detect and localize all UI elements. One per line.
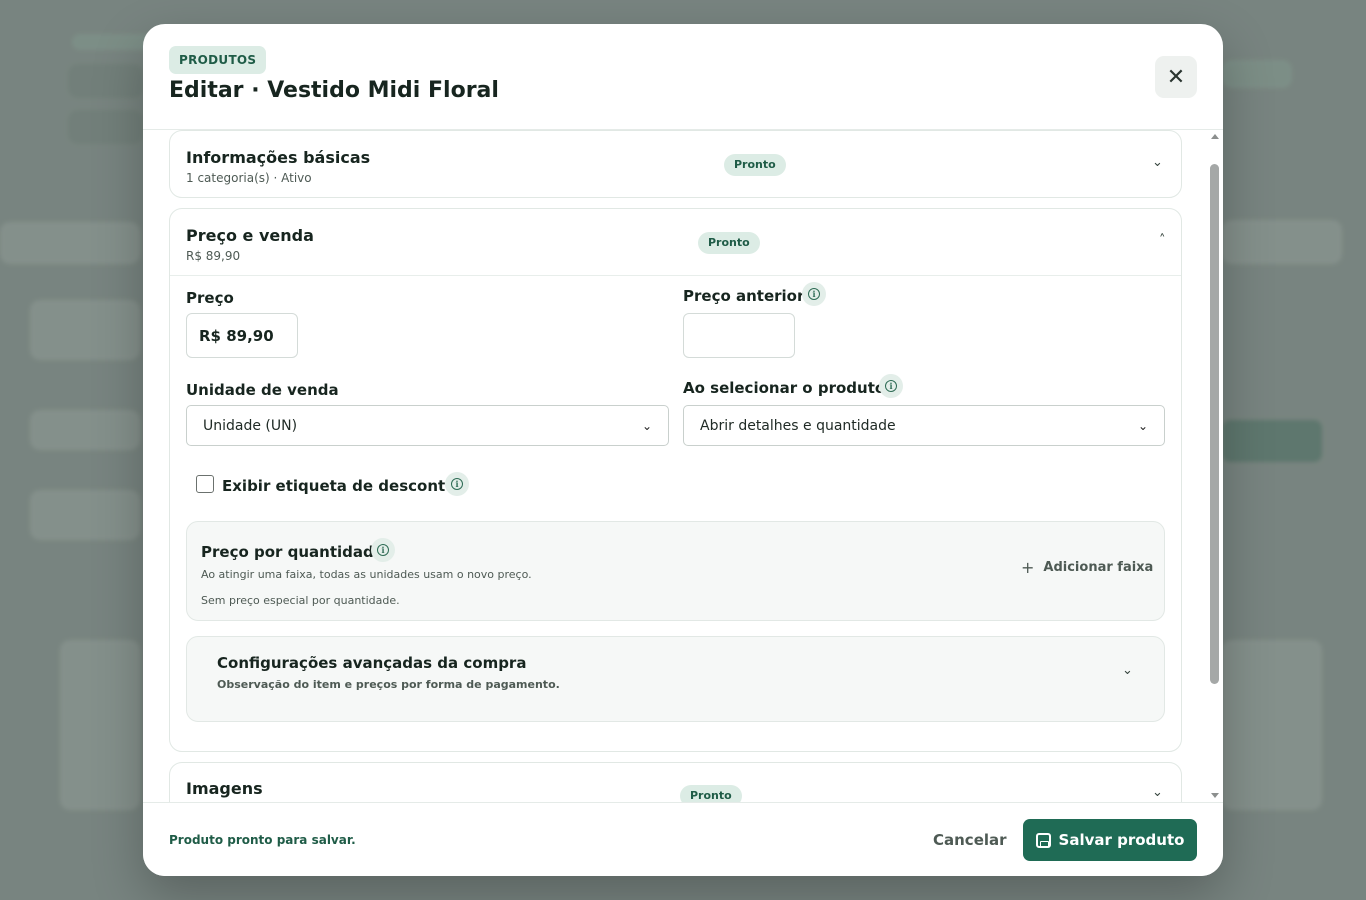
advanced-settings-title: Configurações avançadas da compra [217,654,527,672]
section-title: Informações básicas [186,148,371,167]
scroll-thumb[interactable] [1210,164,1219,684]
discount-tag-label[interactable]: Exibir etiqueta de desconto [222,477,455,495]
close-button[interactable]: ✕ [1155,56,1197,98]
add-tier-button[interactable]: + Adicionar faixa [1021,558,1153,577]
scrollbar[interactable] [1207,130,1223,802]
scroll-up-icon[interactable] [1211,134,1219,139]
plus-icon: + [1021,558,1035,577]
section-title: Imagens [186,779,263,798]
modal-title: Editar · Vestido Midi Floral [169,78,499,103]
modal-body: Informações básicas 1 categoria(s) · Ati… [143,130,1207,802]
modal-footer: Produto pronto para salvar. Cancelar Sal… [143,802,1223,876]
info-icon[interactable]: i [371,538,395,562]
info-icon[interactable]: i [445,472,469,496]
scroll-down-icon[interactable] [1211,793,1219,798]
save-label: Salvar produto [1058,831,1185,849]
info-icon[interactable]: i [802,282,826,306]
previous-price-label: Preço anterior [683,287,805,305]
section-basic-info[interactable]: Informações básicas 1 categoria(s) · Ati… [169,130,1182,198]
edit-product-modal: PRODUTOS Editar · Vestido Midi Floral ✕ … [143,24,1223,876]
section-subtitle: R$ 89,90 [186,249,241,263]
previous-price-input[interactable] [683,313,795,358]
advanced-settings-subtitle: Observação do item e preços por forma de… [217,678,560,691]
chevron-down-icon: ⌄ [1137,418,1148,433]
quantity-pricing-panel: Preço por quantidade i Ao atingir uma fa… [186,521,1165,621]
close-icon: ✕ [1166,64,1186,90]
sale-unit-label: Unidade de venda [186,381,339,399]
section-badge: PRODUTOS [169,46,267,74]
info-icon[interactable]: i [879,374,903,398]
chevron-down-icon[interactable]: ⌄ [1152,785,1163,800]
section-header[interactable]: Preço e venda R$ 89,90 Pronto ˄ [170,209,1181,276]
price-label: Preço [186,289,234,307]
section-price-sale: Preço e venda R$ 89,90 Pronto ˄ Preço R$… [169,208,1182,752]
quantity-pricing-title: Preço por quantidade [201,543,384,561]
chevron-up-icon[interactable]: ˄ [1159,233,1166,248]
section-title: Preço e venda [186,226,314,245]
discount-tag-checkbox[interactable] [196,475,214,493]
save-icon [1035,832,1051,848]
status-badge: Pronto [724,154,786,176]
quantity-pricing-empty: Sem preço especial por quantidade. [201,594,400,607]
modal-header: PRODUTOS Editar · Vestido Midi Floral ✕ [143,24,1223,130]
advanced-settings-panel[interactable]: Configurações avançadas da compra Observ… [186,636,1165,722]
price-input[interactable]: R$ 89,90 [186,313,298,358]
section-images[interactable]: Imagens Pronto ⌄ [169,762,1182,802]
cancel-button[interactable]: Cancelar [933,831,1007,849]
selected-value: Abrir detalhes e quantidade [700,417,896,434]
status-badge: Pronto [698,232,760,254]
selected-value: Unidade (UN) [203,417,298,434]
save-product-button[interactable]: Salvar produto [1023,819,1197,861]
section-subtitle: 1 categoria(s) · Ativo [186,171,312,185]
status-badge: Pronto [680,785,742,802]
quantity-pricing-description: Ao atingir uma faixa, todas as unidades … [201,568,532,581]
sale-unit-select[interactable]: Unidade (UN) ⌄ [186,405,669,446]
on-select-action-select[interactable]: Abrir detalhes e quantidade ⌄ [683,405,1165,446]
chevron-down-icon[interactable]: ⌄ [1152,155,1163,170]
add-tier-label: Adicionar faixa [1043,560,1154,575]
chevron-down-icon: ⌄ [641,418,652,433]
on-select-label: Ao selecionar o produto [683,379,886,397]
save-status-text: Produto pronto para salvar. [169,833,356,847]
chevron-down-icon[interactable]: ⌄ [1122,663,1133,678]
